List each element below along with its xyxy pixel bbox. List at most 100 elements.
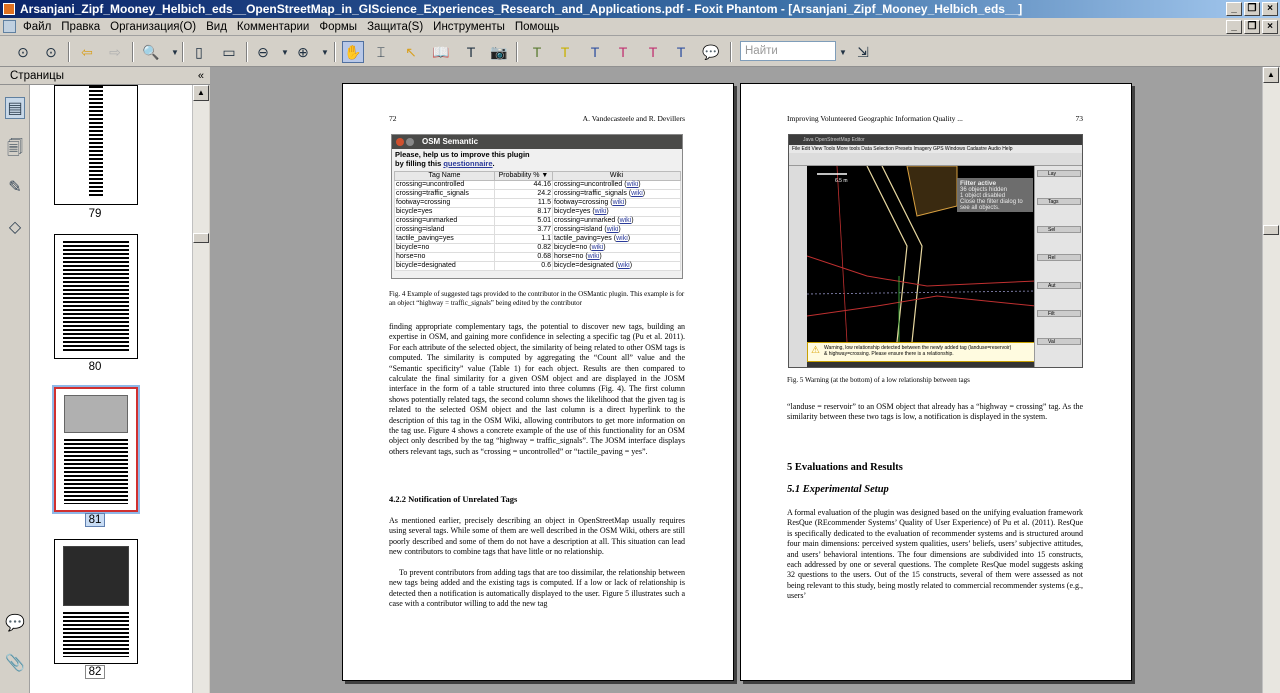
close-button[interactable]: × — [1262, 2, 1278, 16]
running-head: Improving Volunteered Geographic Informa… — [787, 114, 963, 123]
zoom-in-dropdown-icon[interactable]: ▼ — [314, 41, 336, 63]
hand-icon[interactable]: ✋ — [342, 41, 364, 63]
restore-button[interactable]: ❐ — [1244, 2, 1260, 16]
scroll-up-icon[interactable]: ▲ — [193, 85, 209, 101]
paren: ) — [606, 208, 609, 215]
wiki-link[interactable]: wiki — [616, 235, 628, 242]
thumbnail-label: 80 — [88, 361, 102, 373]
subsection-heading: 5.1 Experimental Setup — [787, 484, 889, 495]
menu-organize[interactable]: Организация(O) — [105, 18, 201, 36]
squiggly-icon[interactable]: T — [670, 41, 692, 63]
text-box-icon[interactable]: T — [526, 41, 548, 63]
comment-icon[interactable]: 💬 — [700, 41, 722, 63]
page-thumbnail-selected[interactable] — [52, 385, 140, 514]
wiki-link[interactable]: wiki — [613, 199, 625, 206]
text-box-icon[interactable]: 📷 — [488, 41, 510, 63]
menu-edit[interactable]: Правка — [56, 18, 105, 36]
menu-protect[interactable]: Защита(S) — [362, 18, 428, 36]
strikeout-icon[interactable]: T — [612, 41, 634, 63]
wiki-cell: crossing=traffic_signals (wiki) — [552, 189, 681, 199]
scroll-up-icon[interactable]: ▲ — [1263, 67, 1279, 83]
wiki-link[interactable]: wiki — [627, 181, 639, 188]
tag-name-cell: crossing=uncontrolled — [394, 180, 495, 190]
search-input[interactable]: Найти — [740, 41, 836, 61]
tag-row: crossing=island 3.77 crossing=island (wiki… — [394, 225, 681, 235]
section-heading: 4.2.2 Notification of Unrelated Tags — [389, 494, 518, 504]
menu-view[interactable]: Вид — [201, 18, 232, 36]
bookmarks-icon[interactable]: 🗐 — [5, 137, 25, 159]
underline-icon[interactable]: T — [584, 41, 606, 63]
wiki-link[interactable]: wiki — [592, 244, 604, 251]
tag-name-cell: bicycle=designated — [394, 261, 495, 271]
minimize-button[interactable]: _ — [1226, 2, 1242, 16]
document-icon[interactable] — [3, 20, 16, 33]
menu-forms[interactable]: Формы — [314, 18, 362, 36]
document-scrollbar[interactable]: ▲ — [1262, 67, 1280, 693]
page-thumbnail[interactable] — [54, 539, 138, 664]
tag-name-cell: crossing=traffic_signals — [394, 189, 495, 199]
tag-row: crossing=unmarked 5.01 crossing=unmarked (… — [394, 216, 681, 226]
zoom-icon[interactable]: 🔍 — [140, 41, 162, 63]
menu-file[interactable]: Файл — [18, 18, 56, 36]
pages-icon[interactable]: ▤ — [5, 97, 25, 119]
attachments-icon[interactable]: 📎 — [5, 653, 25, 675]
questionnaire-link[interactable]: questionnaire — [443, 159, 492, 168]
highlight-icon[interactable]: T — [554, 41, 576, 63]
pdf-page-left: 72 A. Vandecasteele and R. Devillers OSM… — [342, 83, 734, 681]
back-icon[interactable]: ⇦ — [76, 41, 98, 63]
paren: ) — [603, 244, 606, 251]
zoom-in-icon[interactable]: ⊕ — [292, 41, 314, 63]
wiki-tag-text: bicycle=designated — [554, 262, 614, 269]
wiki-link[interactable]: wiki — [620, 217, 632, 224]
nav-up-icon[interactable]: ⊙ — [12, 41, 34, 63]
wiki-link[interactable]: wiki — [631, 190, 643, 197]
forward-icon[interactable]: ⇨ — [104, 41, 126, 63]
snapshot-icon[interactable]: 📖 — [430, 41, 452, 63]
figure-4-caption: Fig. 4 Example of suggested tags provide… — [389, 290, 685, 307]
signatures-icon[interactable]: ✎ — [5, 177, 25, 199]
wiki-link[interactable]: wiki — [595, 208, 607, 215]
pages-panel-title: Страницы — [10, 70, 64, 82]
menu-tools[interactable]: Инструменты — [428, 18, 510, 36]
thumbnail-scrollbar[interactable]: ▲ — [192, 85, 209, 693]
select-icon[interactable]: ↖ — [400, 41, 422, 63]
page-thumbnail[interactable] — [54, 85, 138, 205]
thumbnail-panel: 79 80 81 82 — [30, 85, 192, 693]
replace-icon[interactable]: T — [642, 41, 664, 63]
plugin-message-suffix: . — [492, 158, 495, 168]
nav-down-icon[interactable]: ⊙ — [40, 41, 62, 63]
doc-close-button[interactable]: × — [1262, 20, 1278, 34]
doc-restore-button[interactable]: ❐ — [1244, 20, 1260, 34]
select-text-icon[interactable]: ⌶ — [370, 41, 392, 63]
tag-row: footway=crossing 11.5 footway=crossing (wi… — [394, 198, 681, 208]
menu-help[interactable]: Помощь — [510, 18, 564, 36]
layers-icon[interactable]: ◇ — [5, 217, 25, 239]
zoom-out-icon[interactable]: ⊖ — [252, 41, 274, 63]
wiki-tag-text: crossing=island — [554, 226, 603, 233]
collapse-panel-button[interactable]: « — [198, 67, 204, 85]
probability-cell: 1.1 — [494, 234, 553, 244]
tag-row: crossing=uncontrolled 44.16 crossing=uncon… — [394, 180, 681, 190]
fit-page-icon[interactable]: ▯ — [188, 41, 210, 63]
scroll-thumb[interactable] — [1263, 225, 1279, 235]
menu-comments[interactable]: Комментарии — [232, 18, 314, 36]
wiki-link[interactable]: wiki — [588, 253, 600, 260]
plugin-message-line: by filling this — [395, 158, 444, 168]
typewriter-icon[interactable]: T — [460, 41, 482, 63]
pdf-page-right: Improving Volunteered Geographic Informa… — [740, 83, 1132, 681]
page-thumbnail[interactable] — [54, 234, 138, 359]
osm-semantic-plugin-figure: OSM Semantic Please, help us to improve … — [391, 134, 683, 279]
doc-minimize-button[interactable]: _ — [1226, 20, 1242, 34]
title-bar: Arsanjani_Zipf_Mooney_Helbich_eds__OpenS… — [0, 0, 1280, 18]
probability-cell: 0.6 — [494, 261, 553, 271]
search-next-icon[interactable]: ⇲ — [852, 41, 874, 63]
scroll-thumb[interactable] — [193, 233, 209, 243]
document-viewport[interactable]: 72 A. Vandecasteele and R. Devillers OSM… — [210, 67, 1262, 693]
tag-name-cell: crossing=unmarked — [394, 216, 495, 226]
fit-width-icon[interactable]: ▭ — [218, 41, 240, 63]
wiki-tag-text: bicycle=yes — [554, 208, 591, 215]
wiki-link[interactable]: wiki — [607, 226, 619, 233]
wiki-cell: bicycle=no (wiki) — [552, 243, 681, 253]
wiki-link[interactable]: wiki — [618, 262, 630, 269]
comments-icon[interactable]: 💬 — [5, 613, 25, 635]
